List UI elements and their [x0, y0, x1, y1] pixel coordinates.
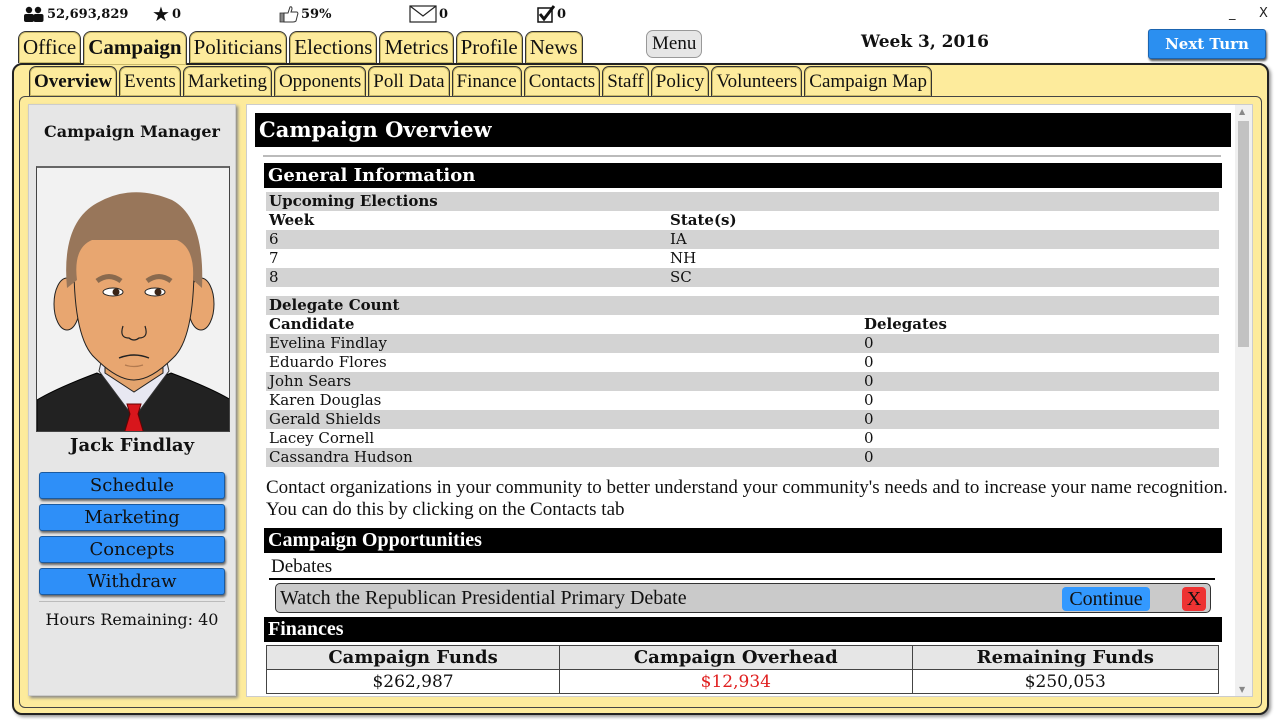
page-title: Campaign Overview [255, 113, 1231, 147]
tab-profile[interactable]: Profile [455, 31, 523, 63]
divider [269, 578, 1215, 580]
finances-table: Campaign Funds Campaign Overhead Remaini… [265, 645, 1220, 694]
manager-name: Jack Findlay [69, 435, 195, 456]
campaign-overhead-value: $12,934 [559, 669, 913, 694]
tab-news[interactable]: News [524, 31, 583, 63]
table-row: Karen Douglas 0 [269, 391, 874, 409]
tab-metrics[interactable]: Metrics [379, 31, 454, 63]
top-tabs: Office Campaign Politicians Elections Me… [18, 31, 583, 65]
table-row: 8 SC [266, 268, 1219, 287]
next-turn-button[interactable]: Next Turn [1148, 29, 1266, 59]
menu-button[interactable]: Menu [646, 30, 703, 58]
col-campaign-overhead: Campaign Overhead [559, 645, 913, 670]
portrait-avatar-icon [37, 168, 229, 431]
thumbs-up-icon [279, 5, 299, 23]
col-campaign-funds: Campaign Funds [265, 645, 561, 670]
table-row: 6 IA [266, 230, 1219, 249]
divider [39, 601, 225, 602]
dismiss-button[interactable]: X [1182, 587, 1206, 611]
population-stat: 52,693,829 [23, 4, 128, 24]
messages-stat[interactable]: 0 [409, 4, 448, 24]
tasks-stat[interactable]: 0 [537, 4, 566, 24]
week-label: Week 3, 2016 [860, 32, 989, 52]
table-row: Evelina Findlay 0 [266, 334, 1219, 353]
table-row: Lacey Cornell 0 [269, 429, 874, 447]
table-row: Gerald Shields 0 [266, 410, 1219, 429]
contacts-hint: Contact organizations in your community … [266, 477, 1228, 520]
delegate-count-columns: Candidate Delegates [266, 315, 1219, 334]
stars-value: 0 [171, 6, 181, 22]
debates-label: Debates [271, 556, 333, 577]
people-icon [23, 6, 45, 22]
minimize-button[interactable]: _ [1229, 6, 1236, 21]
panel-title: Campaign Manager [44, 122, 220, 141]
subtab-marketing[interactable]: Marketing [182, 66, 272, 96]
approval-stat: 59% [279, 4, 331, 24]
tab-office[interactable]: Office [18, 31, 82, 63]
subtab-events[interactable]: Events [119, 66, 181, 96]
remaining-funds-value: $250,053 [911, 669, 1220, 694]
scroll-down-icon[interactable]: ▼ [1239, 685, 1245, 694]
scroll-thumb[interactable] [1238, 121, 1249, 347]
stars-stat: ★ 0 [152, 4, 181, 24]
tasks-value: 0 [557, 6, 567, 22]
tab-politicians[interactable]: Politicians [188, 31, 288, 63]
subtab-finance[interactable]: Finance [451, 66, 522, 96]
approval-value: 59% [301, 6, 332, 22]
envelope-icon[interactable] [409, 5, 437, 23]
manager-portrait [36, 166, 230, 432]
table-row: 7 NH [269, 249, 697, 267]
opportunity-item: Watch the Republican Presidential Primar… [275, 583, 1211, 613]
finances-header: Finances [264, 617, 1222, 642]
col-week: Week [269, 211, 315, 229]
tab-campaign[interactable]: Campaign [83, 31, 187, 65]
col-remaining-funds: Remaining Funds [911, 645, 1220, 670]
scroll-up-icon[interactable]: ▲ [1239, 107, 1245, 116]
overview-content: Campaign Overview General Information Up… [246, 104, 1253, 697]
table-row: John Sears 0 [266, 372, 1219, 391]
general-info-header: General Information [264, 163, 1222, 188]
subtab-overview[interactable]: Overview [29, 66, 118, 96]
marketing-button[interactable]: Marketing [39, 504, 225, 531]
vertical-scrollbar[interactable]: ▲ ▼ [1235, 105, 1252, 696]
subtab-volunteers[interactable]: Volunteers [711, 66, 803, 96]
divider [263, 155, 1221, 157]
continue-button[interactable]: Continue [1062, 587, 1150, 611]
upcoming-elections-header: Upcoming Elections [266, 192, 1219, 211]
col-states: State(s) [670, 211, 737, 229]
star-icon: ★ [152, 2, 170, 26]
withdraw-button[interactable]: Withdraw [39, 568, 225, 595]
population-value: 52,693,829 [47, 6, 129, 22]
opportunity-text: Watch the Republican Presidential Primar… [280, 587, 687, 609]
subtab-opponents[interactable]: Opponents [273, 66, 367, 96]
hours-remaining: Hours Remaining: 40 [45, 610, 219, 629]
table-row: Cassandra Hudson 0 [266, 448, 1219, 467]
concepts-button[interactable]: Concepts [39, 536, 225, 563]
upcoming-elections-columns: Week State(s) [266, 211, 1219, 230]
col-candidate: Candidate [269, 315, 355, 333]
subtab-staff[interactable]: Staff [602, 66, 649, 96]
schedule-button[interactable]: Schedule [39, 472, 225, 499]
col-delegates: Delegates [864, 315, 947, 333]
tab-elections[interactable]: Elections [289, 31, 378, 63]
sub-tabs: Overview Events Marketing Opponents Poll… [29, 66, 932, 96]
table-row: Eduardo Flores 0 [269, 353, 874, 371]
campaign-manager-panel: Campaign Manager Jack Findlay Schedule M… [28, 104, 236, 696]
messages-value: 0 [439, 6, 449, 22]
checkbox-icon[interactable] [537, 5, 555, 23]
subtab-campaign-map[interactable]: Campaign Map [804, 66, 932, 96]
delegate-count-header: Delegate Count [266, 296, 1219, 315]
subtab-policy[interactable]: Policy [650, 66, 710, 96]
subtab-poll-data[interactable]: Poll Data [368, 66, 450, 96]
subtab-contacts[interactable]: Contacts [523, 66, 601, 96]
campaign-funds-value: $262,987 [265, 669, 561, 694]
close-button[interactable]: X [1259, 6, 1268, 21]
opportunities-header: Campaign Opportunities [264, 528, 1222, 553]
